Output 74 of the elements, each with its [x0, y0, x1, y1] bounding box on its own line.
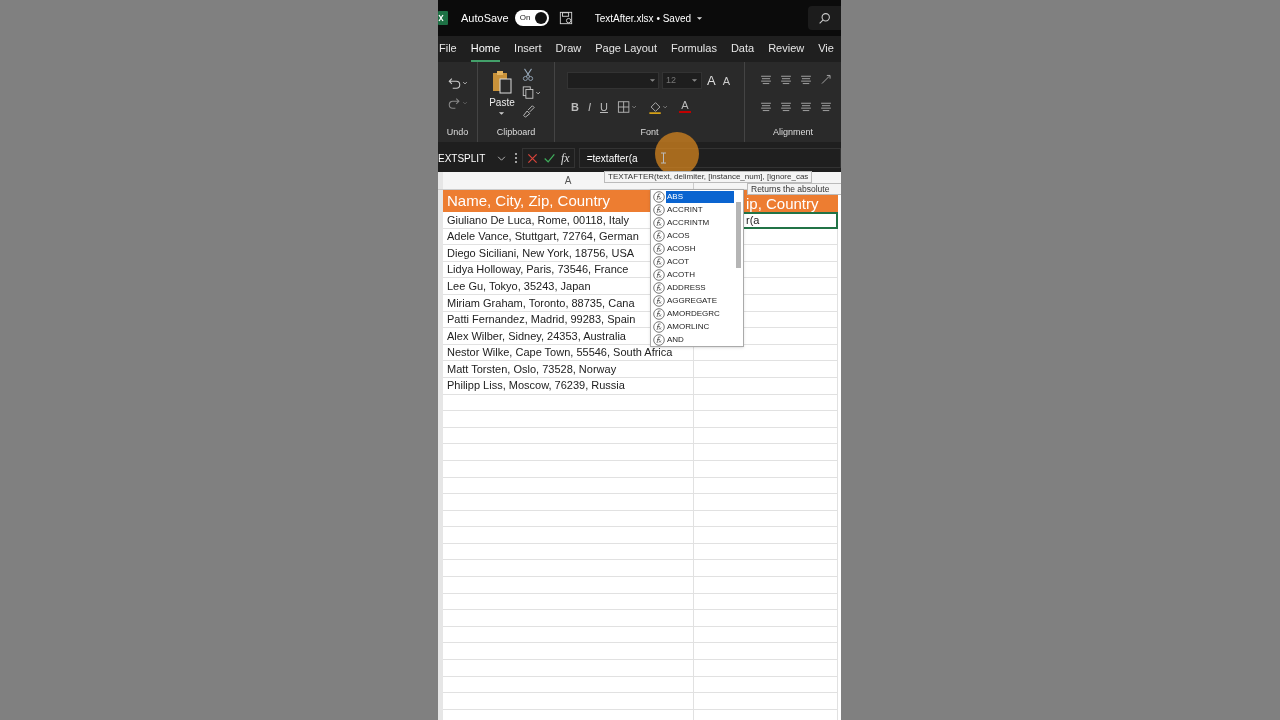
function-icon — [653, 256, 665, 269]
ribbon-tab[interactable]: File — [439, 36, 457, 62]
caret-icon — [649, 77, 656, 85]
italic-button[interactable]: I — [587, 98, 591, 115]
function-icon — [653, 204, 665, 217]
align-middle-icon[interactable] — [779, 73, 793, 86]
ribbon-tab[interactable]: Vie — [818, 36, 834, 62]
description-tooltip: Returns the absolute — [747, 183, 841, 195]
group-label: Alignment — [773, 126, 813, 140]
align-top-icon[interactable] — [759, 73, 773, 86]
scissors-icon[interactable] — [520, 68, 535, 82]
function-icon — [653, 269, 665, 281]
ribbon-tab[interactable]: Formulas — [671, 36, 717, 62]
file-name-dropdown[interactable]: TextAfter.xlsx • Saved — [594, 10, 704, 26]
function-tooltip: TEXTAFTER(text, delimiter, [instance_num], [ignore_cas — [604, 171, 813, 183]
caret-icon — [691, 77, 698, 85]
table-cell: Philipp Liss, Moscow, 76239, Russia — [443, 377, 694, 395]
ribbon-tab[interactable]: Data — [730, 36, 755, 62]
ribbon-tab[interactable]: Insert — [514, 36, 542, 62]
function-icon — [653, 243, 665, 256]
check-icon[interactable] — [543, 152, 556, 164]
function-icon — [653, 294, 665, 307]
indent-icon[interactable] — [819, 100, 833, 113]
search-icon — [818, 11, 831, 25]
autosave-toggle[interactable]: On — [514, 10, 549, 26]
function-icon — [653, 307, 665, 320]
grow-font-button[interactable]: A — [705, 71, 718, 91]
group-label: Undo — [446, 126, 469, 140]
column-header[interactable]: A — [564, 173, 572, 188]
align-center-icon[interactable] — [779, 100, 793, 113]
autosave-label: AutoSave — [461, 10, 509, 26]
function-icon — [653, 230, 665, 243]
caret-icon — [498, 110, 506, 117]
function-item[interactable]: ABS — [666, 191, 734, 204]
fill-bucket-icon[interactable] — [647, 99, 670, 114]
name-box[interactable]: EXTSPLIT — [438, 148, 510, 168]
scrollbar-thumb[interactable] — [736, 202, 741, 268]
align-bottom-icon[interactable] — [799, 73, 813, 86]
function-icon — [653, 320, 665, 333]
table-cell: Matt Torsten, Oslo, 73528, Norway — [443, 361, 694, 378]
ribbon-tab[interactable]: Draw — [555, 36, 582, 62]
font-name-field[interactable] — [567, 72, 659, 90]
shrink-font-button[interactable]: A — [720, 72, 732, 89]
select-all-corner[interactable] — [438, 172, 443, 189]
ribbon-tab[interactable]: Review — [768, 36, 805, 62]
orientation-icon[interactable] — [819, 73, 833, 86]
group-label: Clipboard — [496, 126, 536, 140]
bold-button[interactable]: B — [571, 98, 579, 115]
ribbon-tab[interactable]: Page Layout — [595, 36, 658, 62]
group-label: Font — [640, 126, 659, 140]
function-icon — [653, 217, 665, 230]
text-cursor-icon — [659, 152, 667, 164]
brush-icon[interactable] — [520, 104, 535, 118]
chevron-down-icon — [497, 153, 506, 163]
underline-button[interactable]: U — [600, 98, 608, 115]
excel-logo-icon — [438, 11, 448, 25]
caret-icon — [696, 14, 704, 22]
redo-icon[interactable] — [446, 96, 469, 110]
font-color-button[interactable]: A — [678, 100, 691, 114]
clipboard-icon — [490, 69, 514, 95]
save-icon[interactable] — [558, 11, 573, 25]
paste-button[interactable]: Paste — [489, 69, 515, 117]
more-icon[interactable] — [514, 152, 518, 164]
function-icon — [653, 281, 665, 294]
copy-icon[interactable] — [520, 86, 543, 100]
borders-icon[interactable] — [616, 99, 639, 114]
search-box[interactable] — [808, 6, 841, 30]
font-size-field[interactable]: 12 — [662, 72, 702, 90]
row-header[interactable] — [438, 190, 443, 212]
cancel-icon[interactable] — [527, 152, 538, 164]
undo-icon[interactable] — [446, 76, 469, 90]
insert-function-button[interactable]: fx — [561, 149, 570, 167]
align-right-icon[interactable] — [799, 100, 813, 113]
align-left-icon[interactable] — [759, 100, 773, 113]
